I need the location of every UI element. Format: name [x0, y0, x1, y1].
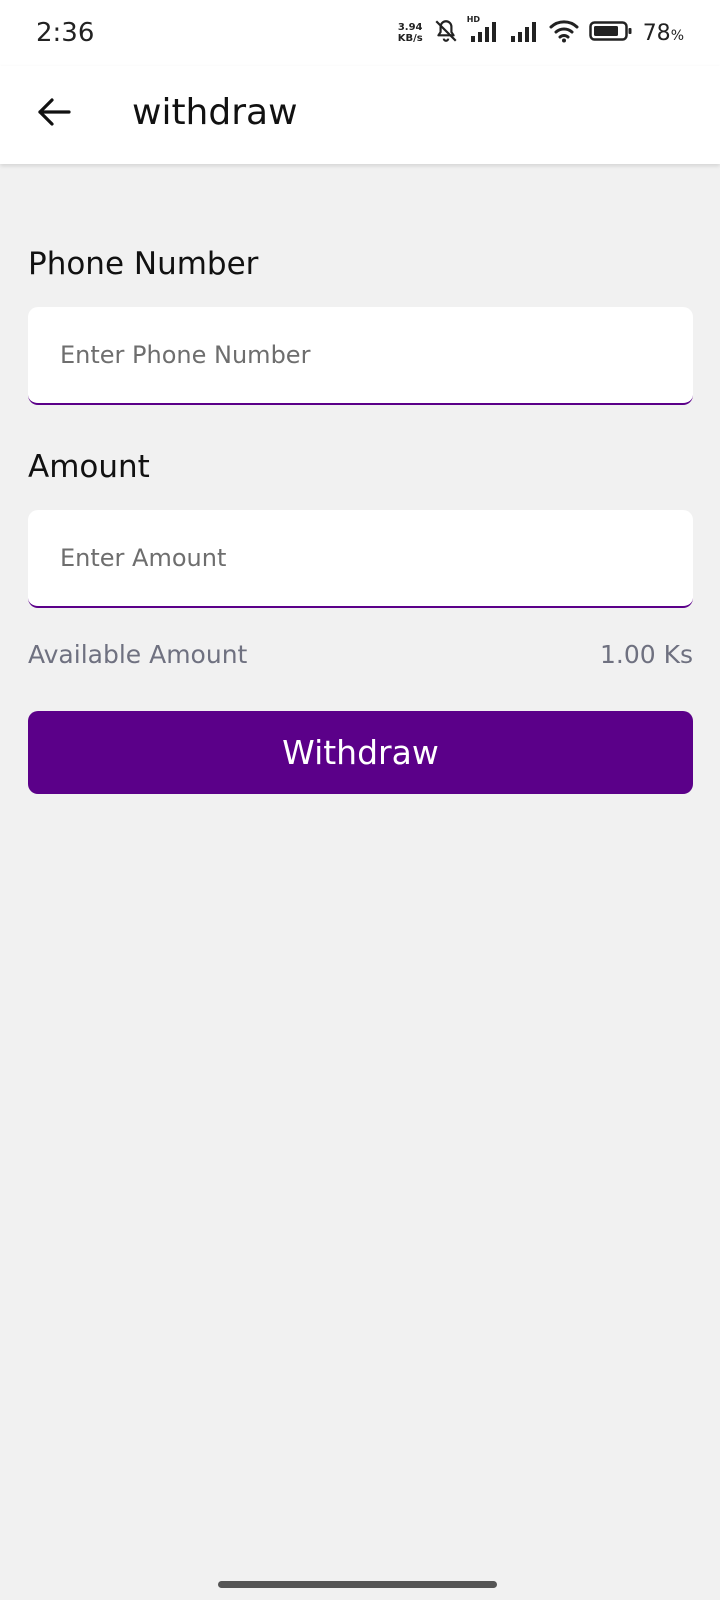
battery-icon	[588, 20, 633, 46]
status-time: 2:36	[36, 18, 95, 48]
amount-field[interactable]	[28, 510, 693, 608]
phone-number-input[interactable]	[28, 307, 693, 403]
phone-number-label: Phone Number	[28, 246, 259, 282]
available-amount-value: 1.00 Ks	[599, 640, 693, 669]
signal-icon: HD	[467, 15, 499, 46]
status-bar: 2:36 3.94 KB/s HD 78%	[0, 0, 720, 66]
network-speed-value: 3.94	[397, 22, 423, 33]
withdraw-button-label: Withdraw	[282, 733, 439, 772]
battery-unit: %	[670, 27, 684, 44]
network-speed-unit: KB/s	[397, 33, 423, 44]
battery-percentage: 78%	[643, 21, 684, 46]
network-speed: 3.94 KB/s	[398, 22, 423, 44]
arrow-left-icon	[37, 97, 71, 131]
signal-icon	[509, 20, 539, 46]
hd-tag: HD	[466, 15, 481, 24]
withdraw-button[interactable]: Withdraw	[28, 711, 693, 794]
home-indicator[interactable]	[218, 1581, 497, 1588]
mute-notification-icon	[433, 18, 459, 48]
phone-number-field[interactable]	[28, 307, 693, 405]
page-title: withdraw	[132, 92, 298, 133]
app-bar: withdraw	[0, 66, 720, 164]
available-amount-label: Available Amount	[28, 640, 248, 669]
amount-label: Amount	[28, 449, 150, 485]
wifi-icon	[549, 19, 579, 47]
back-button[interactable]	[26, 86, 82, 142]
available-amount-row: Available Amount 1.00 Ks	[28, 640, 693, 669]
battery-value: 78	[642, 20, 671, 46]
status-icons: 3.94 KB/s HD 78%	[398, 15, 684, 48]
amount-input[interactable]	[28, 510, 693, 606]
